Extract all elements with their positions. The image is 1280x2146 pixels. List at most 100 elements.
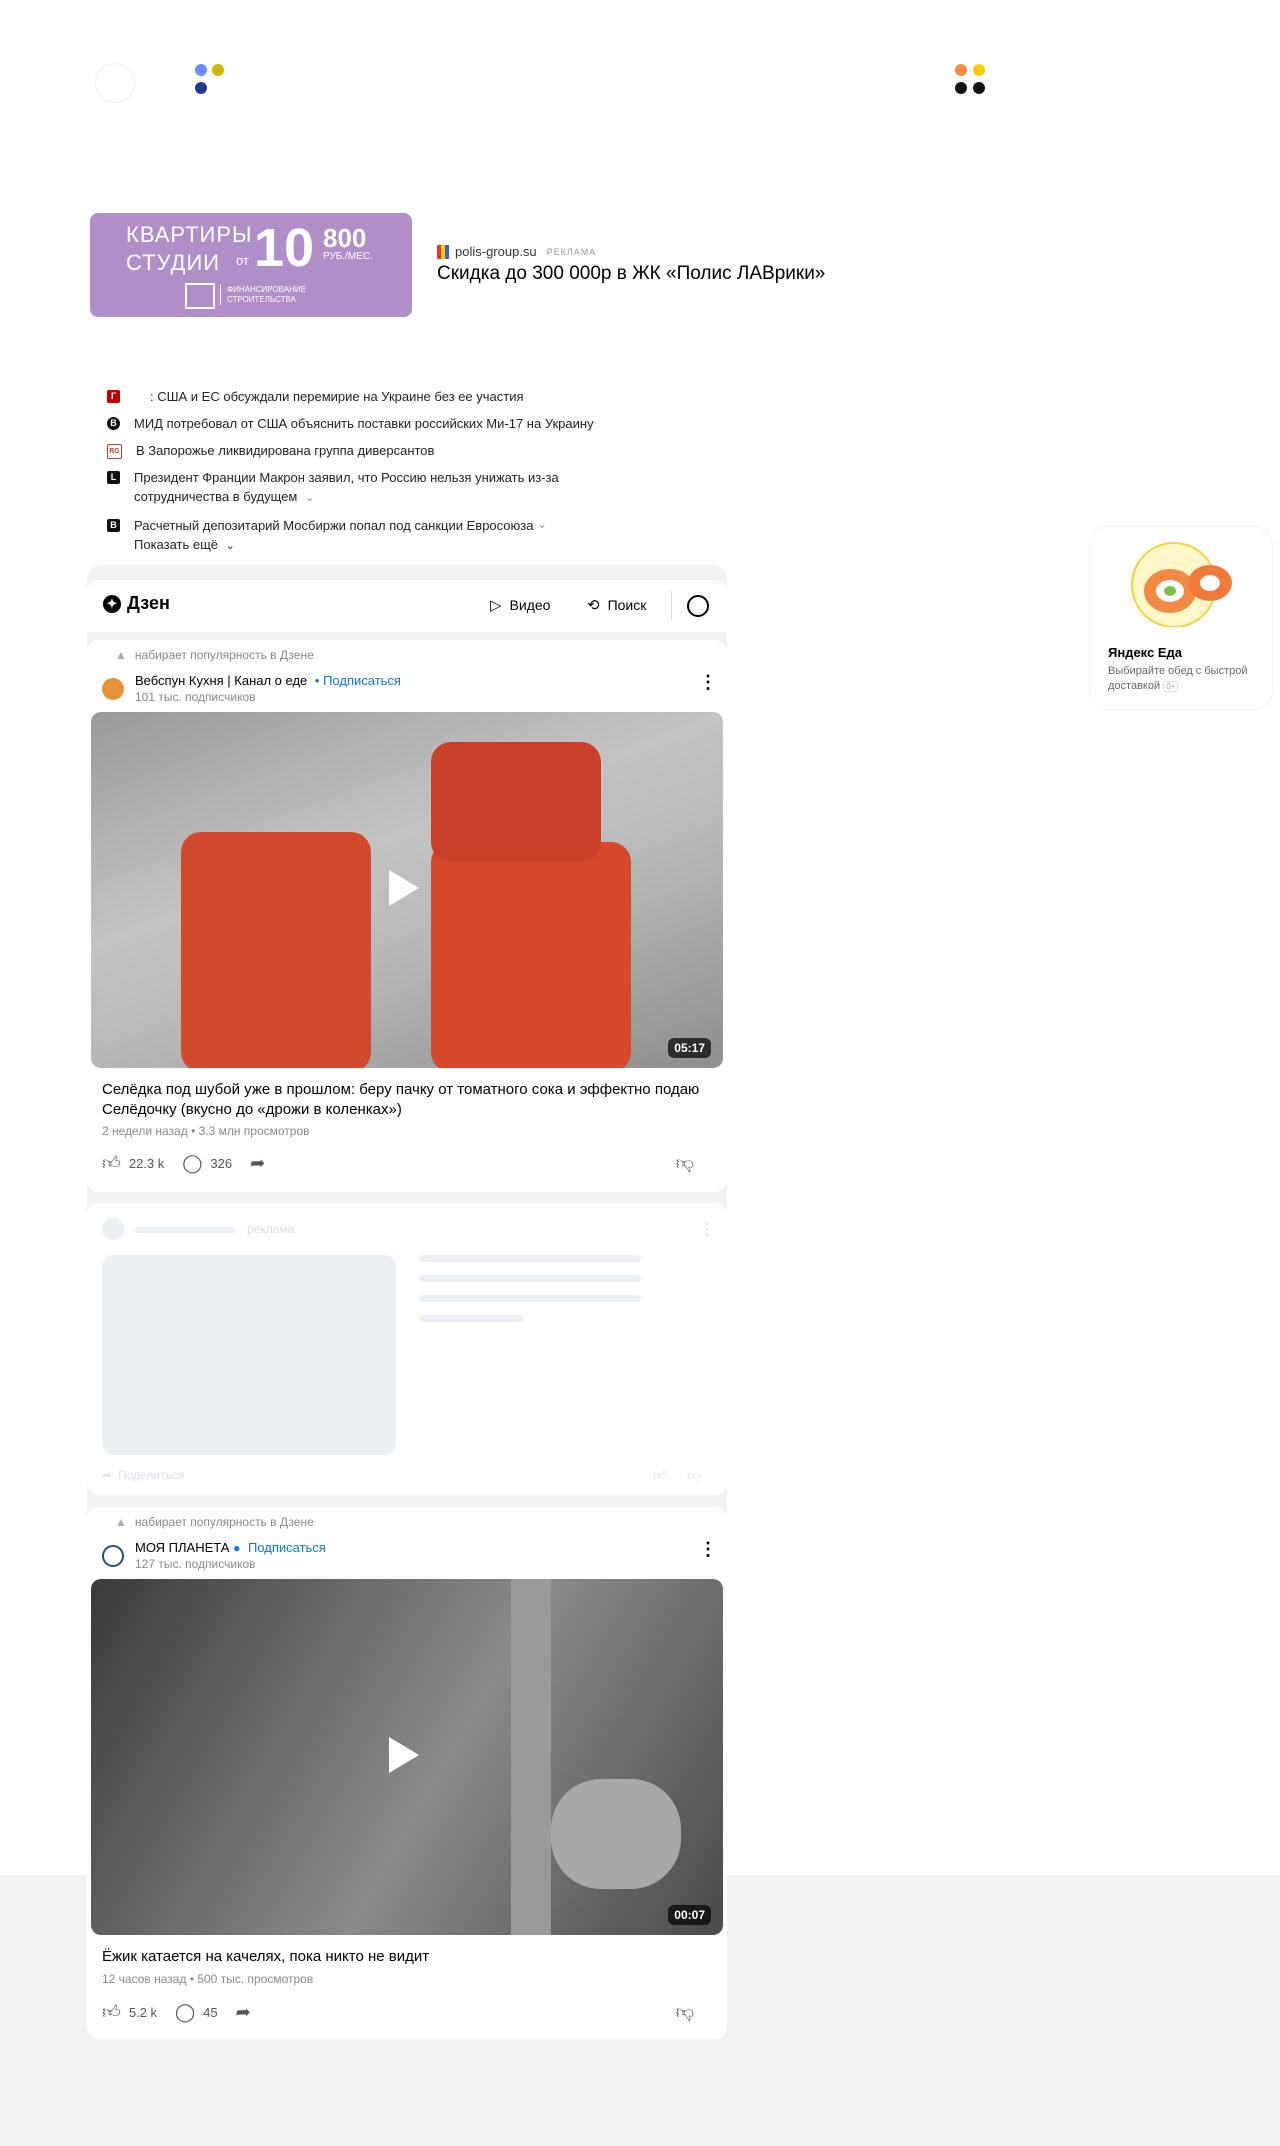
post-actions: 👍︎ 22.3 k ◯ 326 ➦ 👎︎ xyxy=(102,1152,712,1174)
zen-star-icon: ✦ xyxy=(103,594,121,613)
news-text-wrap: Президент Франции Макрон заявил, что Рос… xyxy=(134,468,594,508)
ad-banner-financing: ФИНАНСИРОВАНИЕ СТРОИТЕЛЬСТВА xyxy=(220,285,307,305)
channel-subscribers: 101 тыс. подписчиков xyxy=(135,690,256,704)
more-options-icon[interactable]: ⋮ xyxy=(699,1540,717,1558)
yandex-icon[interactable] xyxy=(195,82,207,94)
share-icon: ➦ xyxy=(235,2001,251,2022)
show-more-button[interactable]: Показать ещё ⌄ xyxy=(134,537,235,552)
dislike-icon[interactable]: 👎︎ xyxy=(687,1467,701,1484)
comment-button[interactable]: ◯ 326 xyxy=(182,1153,232,1174)
post-title[interactable]: Селёдка под шубой уже в прошлом: беру па… xyxy=(102,1080,712,1120)
comment-button[interactable]: ◯ 45 xyxy=(175,2002,218,2023)
plus-icon[interactable] xyxy=(955,82,967,94)
share-label: Поделиться xyxy=(118,1468,185,1482)
post-meta: 2 недели назад • 3.3 млн просмотров xyxy=(102,1124,310,1138)
popular-label: ▲ набирает популярность в Дзене xyxy=(115,1515,314,1529)
news-text: В Запорожье ликвидирована группа диверса… xyxy=(136,443,435,458)
news-source-icon: Г xyxy=(107,390,120,403)
ad-banner-text: КВАРТИРЫ СТУДИИ xyxy=(126,222,253,275)
video-player[interactable]: 00:07 xyxy=(91,1579,723,1935)
weather-icon[interactable] xyxy=(212,64,224,76)
post-meta: 12 часов назад • 500 тыс. просмотров xyxy=(102,1972,314,1986)
news-list: Г : США и ЕС обсуждали перемирие на Укра… xyxy=(107,387,647,543)
news-source-icon: RG xyxy=(107,444,122,459)
skeleton-line xyxy=(135,1227,235,1233)
zen-logo-text: Дзен xyxy=(127,593,170,613)
ad-banner-price: 10 xyxy=(254,218,315,278)
home-button[interactable] xyxy=(95,63,135,103)
avatar[interactable] xyxy=(102,678,124,700)
fire-icon: ▲ xyxy=(115,1515,127,1529)
video-player[interactable]: 05:17 xyxy=(91,712,723,1068)
search-icon: ⟲ xyxy=(587,597,600,614)
market-icon[interactable] xyxy=(955,64,967,76)
channel-subscribers: 127 тыс. подписчиков xyxy=(135,1557,256,1571)
like-icon: 👍︎ xyxy=(102,1153,121,1173)
dislike-icon: 👎︎ xyxy=(675,1153,694,1173)
profile-icon[interactable] xyxy=(687,595,709,617)
news-item[interactable]: В МИД потребовал от США объяснить постав… xyxy=(107,414,647,433)
more-options-icon[interactable]: ⋮ xyxy=(699,673,717,691)
chevron-down-icon: ⌄ xyxy=(225,540,235,552)
skeleton-image xyxy=(102,1255,396,1455)
like-button[interactable]: 👍︎ 5.2 k xyxy=(102,2001,157,2023)
ad-skeleton-post: реклама ⋮ ➦ Поделиться 👍︎ 👎︎ xyxy=(87,1203,727,1495)
play-icon[interactable] xyxy=(389,1737,419,1773)
channel-name[interactable]: Вебспун Кухня | Канал о еде • Подписатьс… xyxy=(135,673,401,688)
yandex-eda-widget[interactable]: Яндекс Еда Выбирайте обед с быстрой дост… xyxy=(1090,527,1272,709)
ad-banner-from: от xyxy=(236,253,249,268)
zen-post: ▲ набирает популярность в Дзене МОЯ ПЛАН… xyxy=(87,1507,727,2039)
chevron-down-icon[interactable]: ⌄ xyxy=(305,492,314,504)
ad-title[interactable]: Скидка до 300 000р в ЖК «Полис ЛАВрики» xyxy=(437,263,825,285)
comment-count: 45 xyxy=(203,2004,218,2020)
subscribe-link[interactable]: • Подписаться xyxy=(315,673,401,688)
video-thumbnail xyxy=(551,1779,681,1889)
news-item[interactable]: В Расчетный депозитарий Мосбиржи попал п… xyxy=(107,516,647,535)
news-item[interactable]: RG В Запорожье ликвидирована группа диве… xyxy=(107,441,647,460)
eda-description: Выбирайте обед с быстрой доставкой 0+ xyxy=(1108,664,1268,694)
like-button[interactable]: 👍︎ 22.3 k xyxy=(102,1152,164,1174)
zen-search-label: Поиск xyxy=(607,597,647,613)
taxi-icon[interactable] xyxy=(973,64,985,76)
news-item[interactable]: L Президент Франции Макрон заявил, что Р… xyxy=(107,468,647,508)
zen-search-tab[interactable]: ⟲ Поиск xyxy=(587,596,646,614)
channel-name[interactable]: МОЯ ПЛАНЕТА ● Подписаться xyxy=(135,1540,326,1555)
news-text: Расчетный депозитарий Мосбиржи попал под… xyxy=(134,518,534,533)
profile-icon[interactable] xyxy=(973,82,985,94)
like-icon[interactable]: 👍︎ xyxy=(653,1467,668,1484)
share-icon: ➦ xyxy=(102,1468,113,1482)
dislike-button[interactable]: 👎︎ xyxy=(676,2001,694,2023)
dislike-button[interactable]: 👎︎ xyxy=(676,1152,694,1174)
subscribe-link[interactable]: Подписаться xyxy=(248,1540,326,1555)
ad-banner-price-small: 800 xyxy=(323,223,367,253)
popular-text: набирает популярность в Дзене xyxy=(134,648,314,662)
ad-banner-unit: РУБ./МЕС. xyxy=(323,251,373,262)
share-button[interactable]: ➦ xyxy=(236,2002,251,2023)
skeleton-avatar xyxy=(102,1218,124,1240)
ad-banner[interactable]: КВАРТИРЫ СТУДИИ от 10 800 РУБ./МЕС. ФИНА… xyxy=(90,213,412,317)
ad-source[interactable]: polis-group.su РЕКЛАМА xyxy=(437,244,596,259)
play-icon[interactable] xyxy=(389,870,419,906)
services-icon[interactable] xyxy=(195,64,207,76)
video-duration: 05:17 xyxy=(668,1038,711,1058)
share-button[interactable]: ➦ Поделиться xyxy=(102,1468,184,1482)
verified-icon: ● xyxy=(233,1541,241,1555)
comment-icon: ◯ xyxy=(182,1152,203,1173)
age-badge: 0+ xyxy=(1163,681,1179,692)
zen-logo[interactable]: ✦ Дзен xyxy=(103,593,170,614)
news-item[interactable]: Г : США и ЕС обсуждали перемирие на Укра… xyxy=(107,387,647,406)
share-button[interactable]: ➦ xyxy=(250,1153,265,1174)
channel-title: МОЯ ПЛАНЕТА xyxy=(135,1540,230,1555)
chevron-down-icon[interactable]: ⌄ xyxy=(537,516,546,535)
post-title[interactable]: Ёжик катается на качелях, пока никто не … xyxy=(102,1947,712,1967)
skeleton-line xyxy=(419,1315,523,1322)
more-options-icon[interactable]: ⋮ xyxy=(699,1219,715,1239)
news-text: : США и ЕС обсуждали перемирие на Украин… xyxy=(150,389,524,404)
show-more-label: Показать ещё xyxy=(134,537,219,552)
avatar[interactable] xyxy=(102,1545,124,1567)
news-text: МИД потребовал от США объяснить поставки… xyxy=(134,416,594,431)
skeleton-line xyxy=(419,1275,641,1282)
zen-video-tab[interactable]: ▷ Видео xyxy=(490,596,550,614)
ad-source-domain: polis-group.su xyxy=(455,244,537,259)
like-count: 5.2 k xyxy=(128,2004,157,2020)
